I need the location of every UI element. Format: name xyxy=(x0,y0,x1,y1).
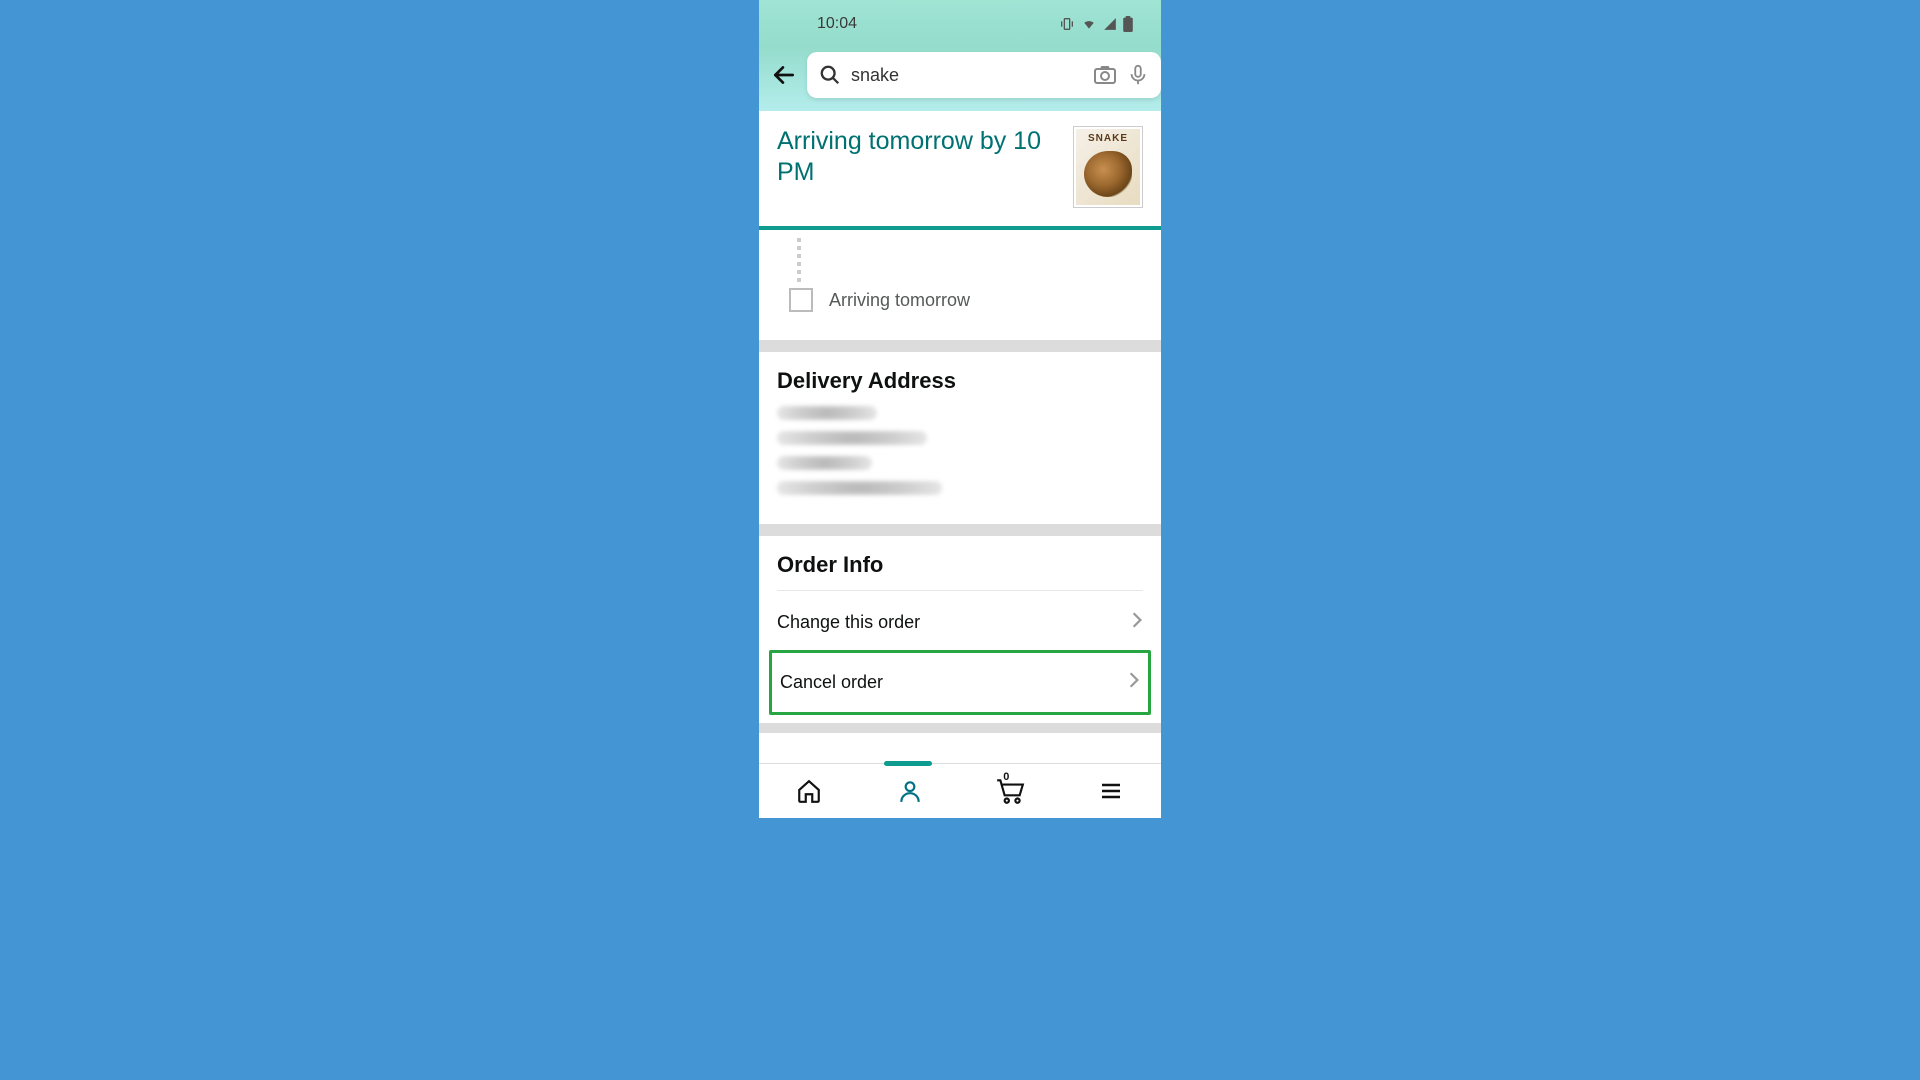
content-area[interactable]: Arriving tomorrow by 10 PM SNAKE Arrivin… xyxy=(759,111,1161,763)
nav-menu[interactable] xyxy=(1089,769,1133,813)
home-icon xyxy=(796,778,822,804)
search-input[interactable] xyxy=(851,65,1083,86)
camera-icon[interactable] xyxy=(1093,63,1117,87)
chevron-right-icon xyxy=(1131,611,1143,634)
search-icon xyxy=(819,64,841,86)
nav-cart[interactable]: 0 xyxy=(988,769,1032,813)
cancel-order-row[interactable]: Cancel order xyxy=(780,653,1140,712)
timeline-connector xyxy=(797,238,801,282)
delivery-address-section: Delivery Address xyxy=(759,352,1161,524)
back-button[interactable] xyxy=(771,60,797,90)
bottom-nav: 0 xyxy=(759,763,1161,818)
redacted-line xyxy=(777,406,877,420)
chevron-right-icon xyxy=(1128,671,1140,694)
thumb-title: SNAKE xyxy=(1076,133,1140,144)
address-heading: Delivery Address xyxy=(777,368,1143,394)
person-icon xyxy=(897,778,923,804)
cart-icon xyxy=(995,777,1025,805)
order-info-section: Order Info Change this order Cancel orde… xyxy=(759,536,1161,723)
timeline-item: Arriving tomorrow xyxy=(789,288,1143,312)
search-box[interactable] xyxy=(807,52,1161,98)
phone-frame: 10:04 Arriving tomorrow by 10 PM SNAKE xyxy=(759,0,1161,818)
status-time: 10:04 xyxy=(817,15,857,33)
snake-graphic xyxy=(1084,151,1132,197)
cancel-order-highlight: Cancel order xyxy=(769,650,1151,715)
signal-icon xyxy=(1103,17,1117,31)
redacted-line xyxy=(777,456,872,470)
redacted-line xyxy=(777,431,927,445)
timeline-label: Arriving tomorrow xyxy=(829,290,970,311)
section-divider xyxy=(759,723,1161,733)
change-order-label: Change this order xyxy=(777,612,920,633)
status-bar: 10:04 xyxy=(759,0,1161,47)
change-order-row[interactable]: Change this order xyxy=(777,595,1143,650)
section-divider xyxy=(759,524,1161,536)
cancel-order-label: Cancel order xyxy=(780,672,883,693)
empty-section xyxy=(759,733,1161,763)
section-divider xyxy=(759,340,1161,352)
microphone-icon[interactable] xyxy=(1127,64,1149,86)
back-arrow-icon xyxy=(771,62,797,88)
cart-count: 0 xyxy=(1003,771,1009,783)
timeline-section: Arriving tomorrow xyxy=(759,230,1161,340)
nav-account[interactable] xyxy=(888,769,932,813)
header xyxy=(759,47,1161,111)
arrival-status: Arriving tomorrow by 10 PM xyxy=(777,126,1061,189)
nav-active-indicator xyxy=(884,761,932,766)
battery-icon xyxy=(1123,16,1133,32)
hamburger-icon xyxy=(1099,779,1123,803)
vibrate-icon xyxy=(1059,16,1075,32)
arrival-card: Arriving tomorrow by 10 PM SNAKE xyxy=(759,111,1161,226)
checkbox-icon xyxy=(789,288,813,312)
redacted-line xyxy=(777,481,942,495)
order-info-heading: Order Info xyxy=(777,552,1143,578)
product-thumbnail[interactable]: SNAKE xyxy=(1073,126,1143,208)
wifi-icon xyxy=(1081,17,1097,31)
nav-home[interactable] xyxy=(787,769,831,813)
status-icons xyxy=(1059,16,1133,32)
